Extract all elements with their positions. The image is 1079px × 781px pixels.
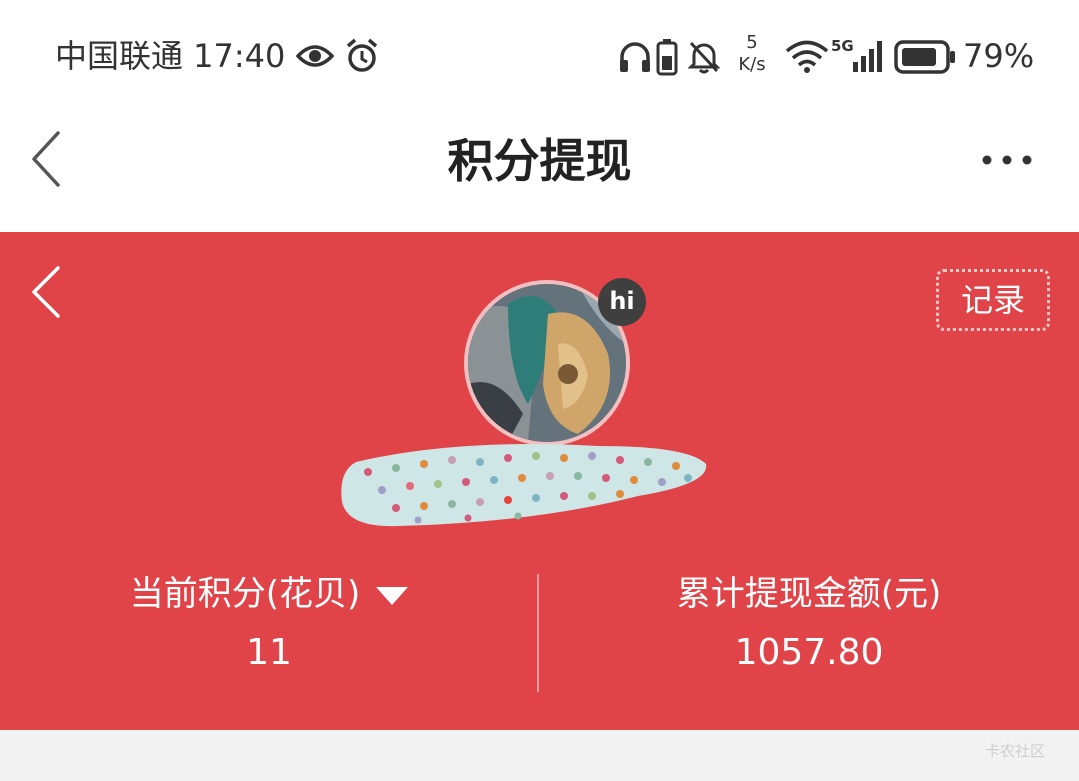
nav-bar: 积分提现 xyxy=(0,115,1079,232)
status-bar: 中国联通 17:40 5 K/s 5G 79% xyxy=(0,0,1079,115)
total-withdrawn-value: 1057.80 xyxy=(734,632,884,673)
hi-badge: hi xyxy=(598,278,646,326)
points-header-panel: 记录 hi 当前积分(花贝) 11 累计提现金额(元) 1057.80 xyxy=(0,232,1079,730)
chevron-left-icon[interactable] xyxy=(26,264,66,320)
current-points-label-text: 当前积分(花贝) xyxy=(129,574,361,614)
caret-down-icon[interactable] xyxy=(376,586,409,605)
content-area-top xyxy=(0,730,1079,781)
eye-icon xyxy=(296,45,334,67)
current-points-label: 当前积分(花贝) xyxy=(0,572,538,616)
wifi-icon xyxy=(785,40,829,73)
page-title: 积分提现 xyxy=(447,134,632,188)
battery-icon xyxy=(894,40,955,74)
total-withdrawn-stat: 累计提现金额(元) 1057.80 xyxy=(540,572,1078,676)
total-withdrawn-label: 累计提现金额(元) xyxy=(676,574,942,614)
username-redaction-mask xyxy=(341,444,707,527)
signal-icon xyxy=(853,41,882,72)
watermark: 卡农社区 xyxy=(985,742,1046,760)
stat-divider xyxy=(537,574,539,692)
net-speed-unit: K/s xyxy=(738,54,766,75)
current-points-stat: 当前积分(花贝) 11 xyxy=(0,572,538,676)
records-button[interactable]: 记录 xyxy=(936,269,1050,331)
headphones-icon xyxy=(620,42,650,72)
battery-percent: 79% xyxy=(963,37,1035,75)
network-type: 5G xyxy=(831,37,854,55)
carrier-time: 中国联通 17:40 xyxy=(55,37,286,75)
net-speed-value: 5 xyxy=(746,32,758,53)
bell-muted-icon xyxy=(688,41,720,74)
battery-small-icon xyxy=(656,39,678,76)
more-dots-icon[interactable] xyxy=(978,145,1038,175)
current-points-value: 11 xyxy=(246,632,292,673)
net-speed: 5 K/s xyxy=(732,32,772,76)
alarm-icon xyxy=(346,38,378,72)
